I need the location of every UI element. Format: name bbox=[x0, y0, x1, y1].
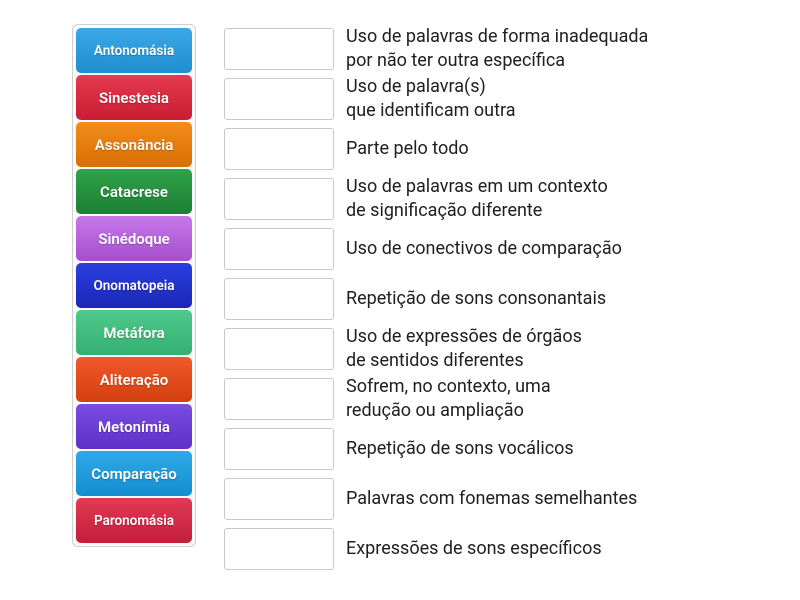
drop-target[interactable] bbox=[224, 278, 334, 320]
definition-text: Palavras com fonemas semelhantes bbox=[346, 487, 637, 510]
drop-target[interactable] bbox=[224, 528, 334, 570]
definition-row: Uso de expressões de órgãosde sentidos d… bbox=[224, 324, 648, 373]
definition-row: Sofrem, no contexto, umaredução ou ampli… bbox=[224, 374, 648, 423]
label-chip[interactable]: Sinédoque bbox=[76, 216, 192, 261]
definition-text: Uso de palavras de forma inadequadapor n… bbox=[346, 25, 648, 71]
definition-text: Parte pelo todo bbox=[346, 137, 469, 160]
label-chip[interactable]: Catacrese bbox=[76, 169, 192, 214]
definition-text: Sofrem, no contexto, umaredução ou ampli… bbox=[346, 375, 551, 421]
label-chip[interactable]: Metáfora bbox=[76, 310, 192, 355]
label-chip[interactable]: Comparação bbox=[76, 451, 192, 496]
definition-row: Repetição de sons vocálicos bbox=[224, 424, 648, 473]
definitions-column: Uso de palavras de forma inadequadapor n… bbox=[224, 24, 648, 573]
definition-row: Palavras com fonemas semelhantes bbox=[224, 474, 648, 523]
label-chip[interactable]: Antonomásia bbox=[76, 28, 192, 73]
drop-target[interactable] bbox=[224, 328, 334, 370]
definition-text: Uso de palavras em um contextode signifi… bbox=[346, 175, 608, 221]
drop-target[interactable] bbox=[224, 78, 334, 120]
drop-target[interactable] bbox=[224, 228, 334, 270]
definition-text: Expressões de sons específicos bbox=[346, 537, 602, 560]
label-chip[interactable]: Sinestesia bbox=[76, 75, 192, 120]
definition-text: Repetição de sons consonantais bbox=[346, 287, 606, 310]
drop-target[interactable] bbox=[224, 378, 334, 420]
drop-target[interactable] bbox=[224, 428, 334, 470]
definition-row: Expressões de sons específicos bbox=[224, 524, 648, 573]
definition-text: Uso de expressões de órgãosde sentidos d… bbox=[346, 325, 582, 371]
drop-target[interactable] bbox=[224, 478, 334, 520]
matching-game: AntonomásiaSinestesiaAssonânciaCatacrese… bbox=[72, 24, 800, 573]
label-chip[interactable]: Aliteração bbox=[76, 357, 192, 402]
definition-text: Uso de palavra(s)que identificam outra bbox=[346, 75, 516, 121]
definition-row: Repetição de sons consonantais bbox=[224, 274, 648, 323]
definition-row: Uso de palavra(s)que identificam outra bbox=[224, 74, 648, 123]
definition-text: Repetição de sons vocálicos bbox=[346, 437, 574, 460]
label-chip[interactable]: Assonância bbox=[76, 122, 192, 167]
definition-row: Uso de palavras em um contextode signifi… bbox=[224, 174, 648, 223]
drop-target[interactable] bbox=[224, 178, 334, 220]
definition-row: Parte pelo todo bbox=[224, 124, 648, 173]
definition-text: Uso de conectivos de comparação bbox=[346, 237, 622, 260]
label-chip[interactable]: Metonímia bbox=[76, 404, 192, 449]
label-chip[interactable]: Onomatopeia bbox=[76, 263, 192, 308]
definition-row: Uso de conectivos de comparação bbox=[224, 224, 648, 273]
definition-row: Uso de palavras de forma inadequadapor n… bbox=[224, 24, 648, 73]
drop-target[interactable] bbox=[224, 28, 334, 70]
label-chip[interactable]: Paronomásia bbox=[76, 498, 192, 543]
drop-target[interactable] bbox=[224, 128, 334, 170]
labels-bank: AntonomásiaSinestesiaAssonânciaCatacrese… bbox=[72, 24, 196, 547]
